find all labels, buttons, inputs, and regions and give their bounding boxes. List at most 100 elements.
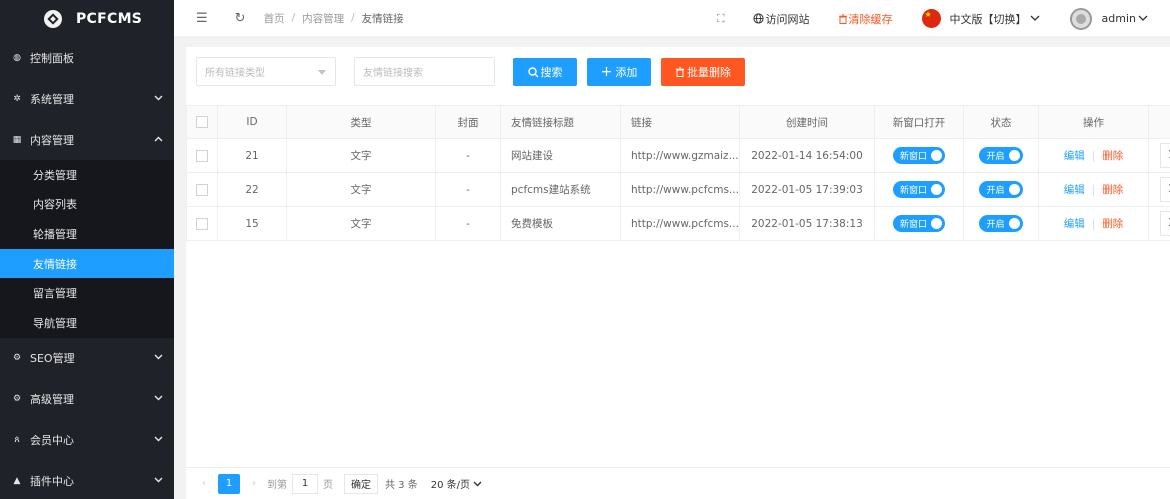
sidebar-subitem-messages[interactable]: 留言管理 xyxy=(0,278,174,308)
sidebar-subitem-content-list[interactable]: 内容列表 xyxy=(0,190,174,220)
china-flag-icon xyxy=(921,9,941,28)
sidebar-subitem-carousel[interactable]: 轮播管理 xyxy=(0,219,174,249)
avatar[interactable] xyxy=(1069,7,1092,30)
cell-actions: 编辑 | 删除 xyxy=(1038,206,1149,241)
next-page-icon[interactable]: › xyxy=(246,478,262,489)
cell-created: 2022-01-05 17:38:13 xyxy=(739,206,875,241)
sidebar-subitem-friend-links[interactable]: 友情链接 xyxy=(0,248,174,279)
row-checkbox-cell xyxy=(186,172,218,207)
goto-confirm-button[interactable]: 确定 xyxy=(344,473,378,494)
cell-link: http://www.pcfcms.... xyxy=(620,206,740,241)
sidebar-item-label: 控制面板 xyxy=(30,51,74,65)
cell-status: 开启 xyxy=(963,138,1039,173)
select-all-checkbox[interactable] xyxy=(196,116,208,128)
toggle-knob xyxy=(1008,218,1020,229)
add-button[interactable]: + 添加 xyxy=(587,58,651,86)
row-checkbox[interactable] xyxy=(196,149,208,162)
cell-actions: 编辑 | 删除 xyxy=(1038,172,1149,207)
page-size-select[interactable]: 20 条/页 xyxy=(431,474,482,494)
column-header-id[interactable]: ID xyxy=(217,105,287,139)
page-current[interactable]: 1 xyxy=(218,473,240,494)
status-toggle[interactable]: 开启 xyxy=(979,181,1023,198)
visit-site-link[interactable]: 访问网站 xyxy=(752,11,810,27)
sidebar-item-content[interactable]: ▦ 内容管理 xyxy=(0,119,174,160)
sidebar-item-members[interactable]: ጰ 会员中心 xyxy=(0,420,174,461)
sort-input[interactable]: 30 xyxy=(1160,211,1170,236)
cell-new-window: 新窗口 xyxy=(874,138,964,173)
sidebar-subitem-category[interactable]: 分类管理 xyxy=(0,160,174,190)
batch-delete-button[interactable]: 批量删除 xyxy=(661,58,745,86)
sort-input[interactable]: 100 xyxy=(1160,143,1170,168)
cell-title: 网站建设 xyxy=(500,138,621,173)
edit-link[interactable]: 编辑 xyxy=(1064,184,1085,196)
sidebar-item-label: 内容管理 xyxy=(30,133,74,147)
sidebar: PCFCMS ◍ 控制面板 ✲ 系统管理 ▦ 内容管理 分类管理 内容列表 轮播… xyxy=(0,0,174,499)
toggle-label: 开启 xyxy=(986,152,1005,162)
cell-link: http://www.pcfcms.... xyxy=(620,172,740,207)
edit-link[interactable]: 编辑 xyxy=(1064,150,1085,162)
content-submenu: 分类管理 内容列表 轮播管理 友情链接 留言管理 导航管理 xyxy=(0,160,174,338)
status-toggle[interactable]: 开启 xyxy=(979,147,1023,164)
delete-link[interactable]: 删除 xyxy=(1102,150,1123,162)
action-divider: | xyxy=(1091,218,1096,230)
breadcrumb-separator: / xyxy=(351,12,355,24)
sidebar-item-plugins[interactable]: ▲ 插件中心 xyxy=(0,461,174,499)
column-header-status[interactable]: 状态 xyxy=(963,105,1039,139)
cell-status: 开启 xyxy=(963,172,1039,207)
menu-toggle-icon[interactable]: ☰ xyxy=(196,11,208,26)
delete-link[interactable]: 删除 xyxy=(1102,218,1123,230)
total-count: 共 3 条 xyxy=(385,480,418,491)
toggle-knob xyxy=(931,184,942,195)
sidebar-item-label: 插件中心 xyxy=(30,475,74,489)
column-header-title[interactable]: 友情链接标题 xyxy=(500,105,621,139)
column-header-actions[interactable]: 操作 xyxy=(1038,105,1149,139)
sidebar-item-system[interactable]: ✲ 系统管理 xyxy=(0,78,174,119)
breadcrumb-current: 友情链接 xyxy=(361,12,404,25)
goto-page-input[interactable]: 1 xyxy=(292,473,318,494)
language-switch[interactable]: 中文版【切换】 xyxy=(950,11,1040,27)
column-header-created[interactable]: 创建时间 xyxy=(739,105,875,139)
column-header-new-window[interactable]: 新窗口打开 xyxy=(874,105,964,139)
column-header-type[interactable]: 类型 xyxy=(286,105,436,139)
search-button[interactable]: 搜索 xyxy=(513,58,577,86)
search-button-label: 搜索 xyxy=(540,66,563,79)
clear-cache-label: 清除缓存 xyxy=(848,12,893,26)
new-window-toggle[interactable]: 新窗口 xyxy=(892,147,945,164)
prev-page-icon[interactable]: ‹ xyxy=(196,478,212,489)
sidebar-item-dashboard[interactable]: ◍ 控制面板 xyxy=(0,37,174,78)
friend-links-table: ID 类型 封面 友情链接标题 链接 创建时间 新窗口打开 状态 操作 排序 2… xyxy=(186,105,1170,241)
seo-icon: ⚙ xyxy=(12,353,22,364)
breadcrumb-content[interactable]: 内容管理 xyxy=(302,11,344,26)
row-checkbox[interactable] xyxy=(196,183,208,196)
user-menu[interactable]: admin xyxy=(1102,12,1148,25)
refresh-icon[interactable]: ↻ xyxy=(235,11,246,26)
edit-link[interactable]: 编辑 xyxy=(1064,218,1085,230)
chevron-up-icon xyxy=(154,135,163,145)
column-header-sort[interactable]: 排序 xyxy=(1148,105,1170,139)
new-window-toggle[interactable]: 新窗口 xyxy=(892,181,945,198)
row-checkbox[interactable] xyxy=(196,217,208,230)
link-type-select[interactable]: 所有链接类型 xyxy=(196,57,336,86)
status-toggle[interactable]: 开启 xyxy=(979,215,1023,232)
sidebar-item-seo[interactable]: ⚙ SEO管理 xyxy=(0,338,174,379)
cell-id: 22 xyxy=(217,172,287,207)
search-icon xyxy=(527,66,538,77)
chevron-down-icon xyxy=(154,435,163,445)
sidebar-subitem-navigation[interactable]: 导航管理 xyxy=(0,308,174,338)
sidebar-item-label: 系统管理 xyxy=(30,92,74,106)
sort-input[interactable]: 100 xyxy=(1160,177,1170,202)
sidebar-item-label: 会员中心 xyxy=(30,434,74,448)
sidebar-item-advanced[interactable]: ⚙ 高级管理 xyxy=(0,379,174,420)
logo[interactable]: PCFCMS xyxy=(0,0,174,37)
new-window-toggle[interactable]: 新窗口 xyxy=(892,215,945,232)
breadcrumb-home[interactable]: 首页 xyxy=(264,11,285,26)
column-header-link[interactable]: 链接 xyxy=(620,105,740,139)
page-size-label: 20 条/页 xyxy=(430,480,471,491)
fullscreen-icon[interactable]: ⛶ xyxy=(717,12,725,26)
breadcrumb-separator: / xyxy=(291,12,296,24)
top-header: ☰ ↻ 首页 / 内容管理 / 友情链接 ⛶ 访问网站 清除缓存 中文版【切换】… xyxy=(174,0,1170,37)
delete-link[interactable]: 删除 xyxy=(1102,184,1123,196)
clear-cache-link[interactable]: 清除缓存 xyxy=(838,11,893,27)
column-header-cover[interactable]: 封面 xyxy=(435,105,501,139)
link-search-input[interactable]: 友情链接搜索 xyxy=(354,57,495,86)
